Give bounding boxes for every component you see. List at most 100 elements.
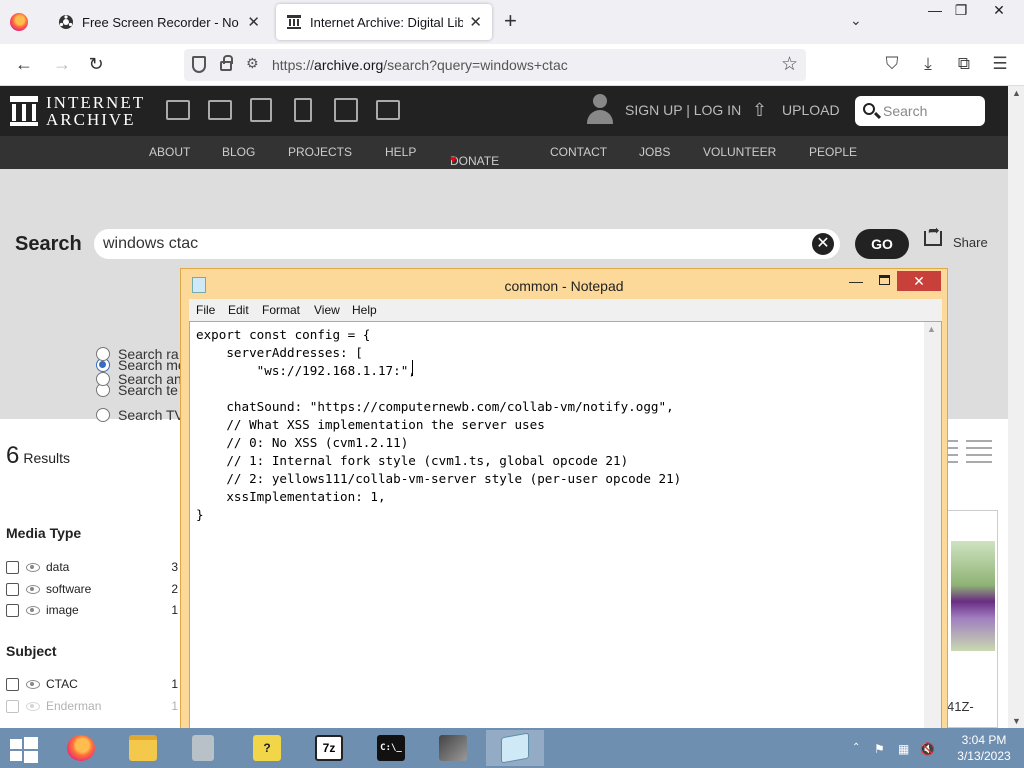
main-search-input[interactable]: windows ctac ✕ (94, 229, 840, 259)
checkbox-icon[interactable] (6, 677, 19, 691)
nav-contact[interactable]: CONTACT (550, 145, 607, 159)
video-icon[interactable] (250, 98, 272, 122)
header-search-input[interactable]: Search (855, 96, 985, 126)
signup-login-link[interactable]: SIGN UP | LOG IN (625, 102, 741, 118)
menu-file[interactable]: File (196, 303, 215, 317)
taskbar-help[interactable]: ? (238, 730, 296, 766)
taskbar-cmd[interactable]: C:\_ (362, 730, 420, 766)
scroll-down-icon[interactable]: ▼ (1012, 716, 1021, 726)
tab-close-icon[interactable]: ✕ (247, 13, 260, 31)
menu-format[interactable]: Format (262, 303, 300, 317)
bookmark-star-icon[interactable]: ☆ (781, 53, 798, 76)
taskbar-tool[interactable] (424, 730, 482, 766)
firefox-icon[interactable] (10, 13, 28, 31)
radio-search-archived[interactable]: Search an (96, 369, 182, 389)
notepad-window[interactable]: common - Notepad — ✕ File Edit Format Vi… (180, 268, 948, 738)
facet-item-data[interactable]: data 3 (6, 558, 178, 576)
menu-edit[interactable]: Edit (228, 303, 249, 317)
audio-icon[interactable] (294, 98, 312, 122)
eye-icon[interactable] (26, 701, 40, 711)
go-button[interactable]: GO (855, 229, 909, 259)
checkbox-icon[interactable] (6, 560, 19, 574)
scroll-up-icon[interactable]: ▲ (1012, 88, 1021, 98)
pocket-icon[interactable]: ⛉ (881, 54, 903, 74)
eye-icon[interactable] (26, 584, 40, 594)
show-hidden-icons-icon[interactable]: ⌃ (852, 742, 860, 753)
user-icon[interactable] (586, 94, 614, 126)
notepad-text-area[interactable]: export const config = { serverAddresses:… (189, 321, 942, 731)
tab-screen-recorder[interactable]: Free Screen Recorder - No Acco ✕ (48, 4, 270, 40)
software-icon[interactable] (334, 98, 358, 122)
menu-view[interactable]: View (314, 303, 340, 317)
page-scrollbar[interactable]: ▲ ▼ (1008, 86, 1024, 728)
radio-search-tv[interactable]: Search TV (96, 405, 184, 425)
tab-internet-archive[interactable]: Internet Archive: Digital Library ✕ (276, 4, 492, 40)
archive-wordmark[interactable]: INTERNET ARCHIVE (46, 94, 145, 128)
facet-item-software[interactable]: software 2 (6, 580, 178, 598)
radio-search-radio[interactable]: Search ra (96, 344, 179, 364)
facet-count: 2 (171, 582, 178, 596)
clear-search-icon[interactable]: ✕ (812, 233, 834, 255)
forward-button[interactable]: → (50, 54, 74, 74)
images-icon[interactable] (376, 100, 400, 120)
action-center-flag-icon[interactable]: ⚑ (874, 742, 885, 756)
tab-close-icon[interactable]: ✕ (469, 13, 482, 31)
scroll-up-icon[interactable]: ▲ (927, 324, 936, 334)
archive-logo-icon[interactable] (10, 96, 38, 126)
taskbar-file-explorer[interactable] (114, 730, 172, 766)
taskbar-firefox[interactable] (52, 730, 110, 766)
checkbox-icon[interactable] (6, 603, 19, 617)
start-button[interactable] (10, 737, 38, 763)
notepad-maximize-button[interactable] (879, 275, 890, 285)
web-icon[interactable] (166, 100, 190, 120)
window-maximize-button[interactable]: ❐ (946, 2, 976, 19)
upload-icon[interactable]: ⇧ (752, 100, 767, 121)
nav-help[interactable]: HELP (385, 145, 416, 159)
menu-icon[interactable]: ☰ (989, 54, 1011, 74)
nav-jobs[interactable]: JOBS (639, 145, 670, 159)
nav-people[interactable]: PEOPLE (809, 145, 857, 159)
taskbar-7zip[interactable]: 7z (300, 730, 358, 766)
notepad-minimize-button[interactable]: — (849, 273, 863, 289)
window-close-button[interactable]: ✕ (984, 2, 1014, 19)
notepad-scrollbar[interactable]: ▲ (924, 322, 941, 730)
eye-icon[interactable] (26, 605, 40, 615)
nav-blog[interactable]: BLOG (222, 145, 255, 159)
volume-muted-icon[interactable]: 🔇 (920, 742, 935, 756)
taskbar-archive-tool[interactable] (174, 730, 232, 766)
share-link[interactable]: Share (953, 235, 988, 250)
result-thumbnail[interactable] (951, 541, 995, 651)
list-tabs-button[interactable]: ⌄ (850, 12, 862, 29)
list-view-icon[interactable] (944, 438, 994, 466)
url-text[interactable]: https://archive.org/search?query=windows… (272, 57, 568, 73)
network-icon[interactable]: ▦ (898, 742, 909, 756)
eye-icon[interactable] (26, 562, 40, 572)
facet-item-enderman[interactable]: Enderman 1 (6, 697, 178, 715)
new-tab-button[interactable]: + (504, 10, 517, 32)
reload-button[interactable]: ↻ (84, 54, 108, 74)
facet-item-ctac[interactable]: CTAC 1 (6, 675, 178, 693)
share-icon[interactable] (924, 222, 942, 246)
notepad-close-button[interactable]: ✕ (897, 271, 941, 291)
permissions-icon[interactable]: ⚙ (246, 55, 259, 72)
menu-help[interactable]: Help (352, 303, 377, 317)
nav-volunteer[interactable]: VOLUNTEER (703, 145, 776, 159)
taskbar-clock[interactable]: 3:04 PM 3/13/2023 (952, 732, 1016, 764)
result-card[interactable]: 41Z- (946, 510, 998, 728)
extensions-icon[interactable]: ⧉ (953, 54, 975, 74)
checkbox-icon[interactable] (6, 582, 19, 596)
texts-icon[interactable] (208, 100, 232, 120)
search-heading: Search (15, 233, 82, 255)
address-bar[interactable]: ⚙ https://archive.org/search?query=windo… (184, 49, 806, 81)
eye-icon[interactable] (26, 679, 40, 689)
back-button[interactable]: ← (12, 54, 36, 74)
nav-projects[interactable]: PROJECTS (288, 145, 352, 159)
tracking-protection-icon[interactable] (192, 56, 206, 73)
facet-item-image[interactable]: image 1 (6, 601, 178, 619)
checkbox-icon[interactable] (6, 699, 19, 713)
taskbar-notepad[interactable] (486, 730, 544, 766)
upload-link[interactable]: UPLOAD (782, 102, 840, 118)
nav-about[interactable]: ABOUT (149, 145, 190, 159)
download-icon[interactable]: ⤓ (917, 54, 939, 74)
lock-icon[interactable] (220, 55, 233, 71)
